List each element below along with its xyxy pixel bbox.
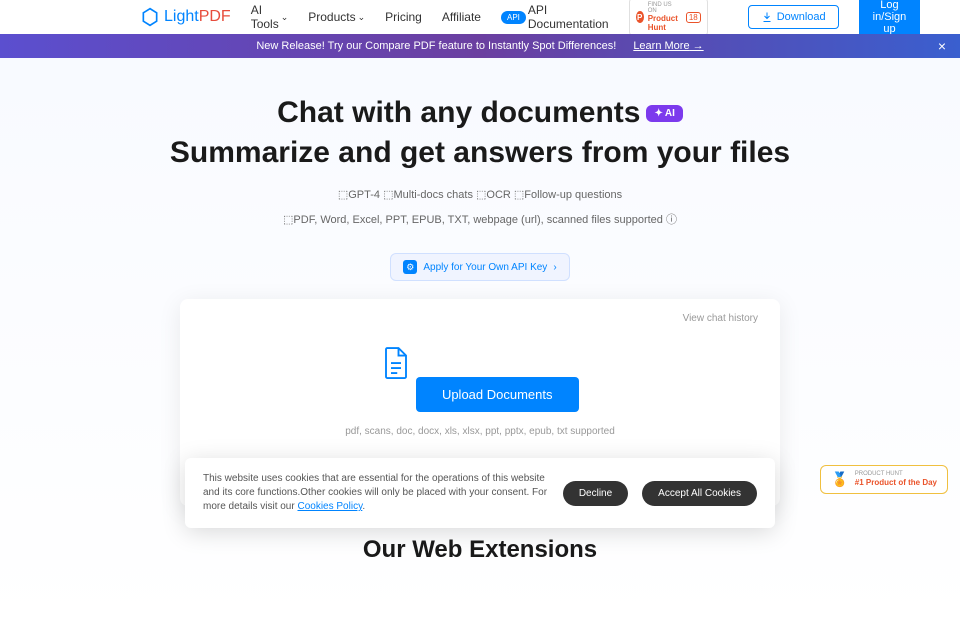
header: LightPDF AI Tools ⌄ Products ⌄ Pricing A… <box>0 0 960 34</box>
logo-icon <box>140 7 160 27</box>
close-icon[interactable]: × <box>938 38 946 54</box>
decline-button[interactable]: Decline <box>563 481 628 506</box>
ai-badge: ✦ AI <box>646 105 682 122</box>
cookie-text: This website uses cookies that are essen… <box>203 472 549 514</box>
product-hunt-badge[interactable]: P FIND US ON Product Hunt 18 <box>629 0 708 36</box>
hero-title: Chat with any documents ✦ AI <box>277 96 683 130</box>
nav-api-doc[interactable]: API API Documentation <box>501 3 609 31</box>
chevron-down-icon: ⌄ <box>281 12 289 23</box>
learn-more-link[interactable]: Learn More → <box>633 40 703 52</box>
key-icon: ⚙ <box>403 260 417 274</box>
upload-formats-text: pdf, scans, doc, docx, xls, xlsx, ppt, p… <box>204 426 756 437</box>
download-icon <box>761 11 773 23</box>
apply-api-key-button[interactable]: ⚙ Apply for Your Own API Key › <box>390 253 569 281</box>
document-icon <box>381 345 411 381</box>
medal-icon: 🏅 <box>831 471 848 488</box>
cookie-banner: This website uses cookies that are essen… <box>185 458 775 528</box>
announcement-banner: New Release! Try our Compare PDF feature… <box>0 34 960 58</box>
nav-products[interactable]: Products ⌄ <box>308 10 365 24</box>
nav-ai-tools[interactable]: AI Tools ⌄ <box>251 3 289 31</box>
logo-text: LightPDF <box>164 8 231 26</box>
nav-affiliate[interactable]: Affiliate <box>442 10 481 24</box>
nav-pricing[interactable]: Pricing <box>385 10 422 24</box>
chevron-right-icon: › <box>553 262 556 273</box>
chevron-down-icon: ⌄ <box>358 12 366 23</box>
hero-section: Chat with any documents ✦ AI Summarize a… <box>0 58 960 624</box>
download-button[interactable]: Download <box>748 5 839 29</box>
cookies-policy-link[interactable]: Cookies Policy <box>297 501 362 512</box>
formats-list: ⬚PDF, Word, Excel, PPT, EPUB, TXT, webpa… <box>0 211 960 227</box>
product-hunt-side-badge[interactable]: 🏅 PRODUCT HUNT #1 Product of the Day <box>820 465 948 494</box>
product-hunt-icon: P <box>636 11 644 23</box>
banner-text: New Release! Try our Compare PDF feature… <box>256 40 616 52</box>
api-badge-icon: API <box>501 11 526 24</box>
product-hunt-count: 18 <box>686 12 701 23</box>
features-list: ⬚GPT-4 ⬚Multi-docs chats ⬚OCR ⬚Follow-up… <box>0 188 960 201</box>
accept-cookies-button[interactable]: Accept All Cookies <box>642 481 757 506</box>
logo[interactable]: LightPDF <box>140 7 231 27</box>
web-extensions-heading: Our Web Extensions <box>0 536 960 564</box>
upload-documents-button[interactable]: Upload Documents <box>416 377 579 412</box>
hero-subtitle: Summarize and get answers from your file… <box>0 136 960 170</box>
view-history-link[interactable]: View chat history <box>683 313 758 324</box>
